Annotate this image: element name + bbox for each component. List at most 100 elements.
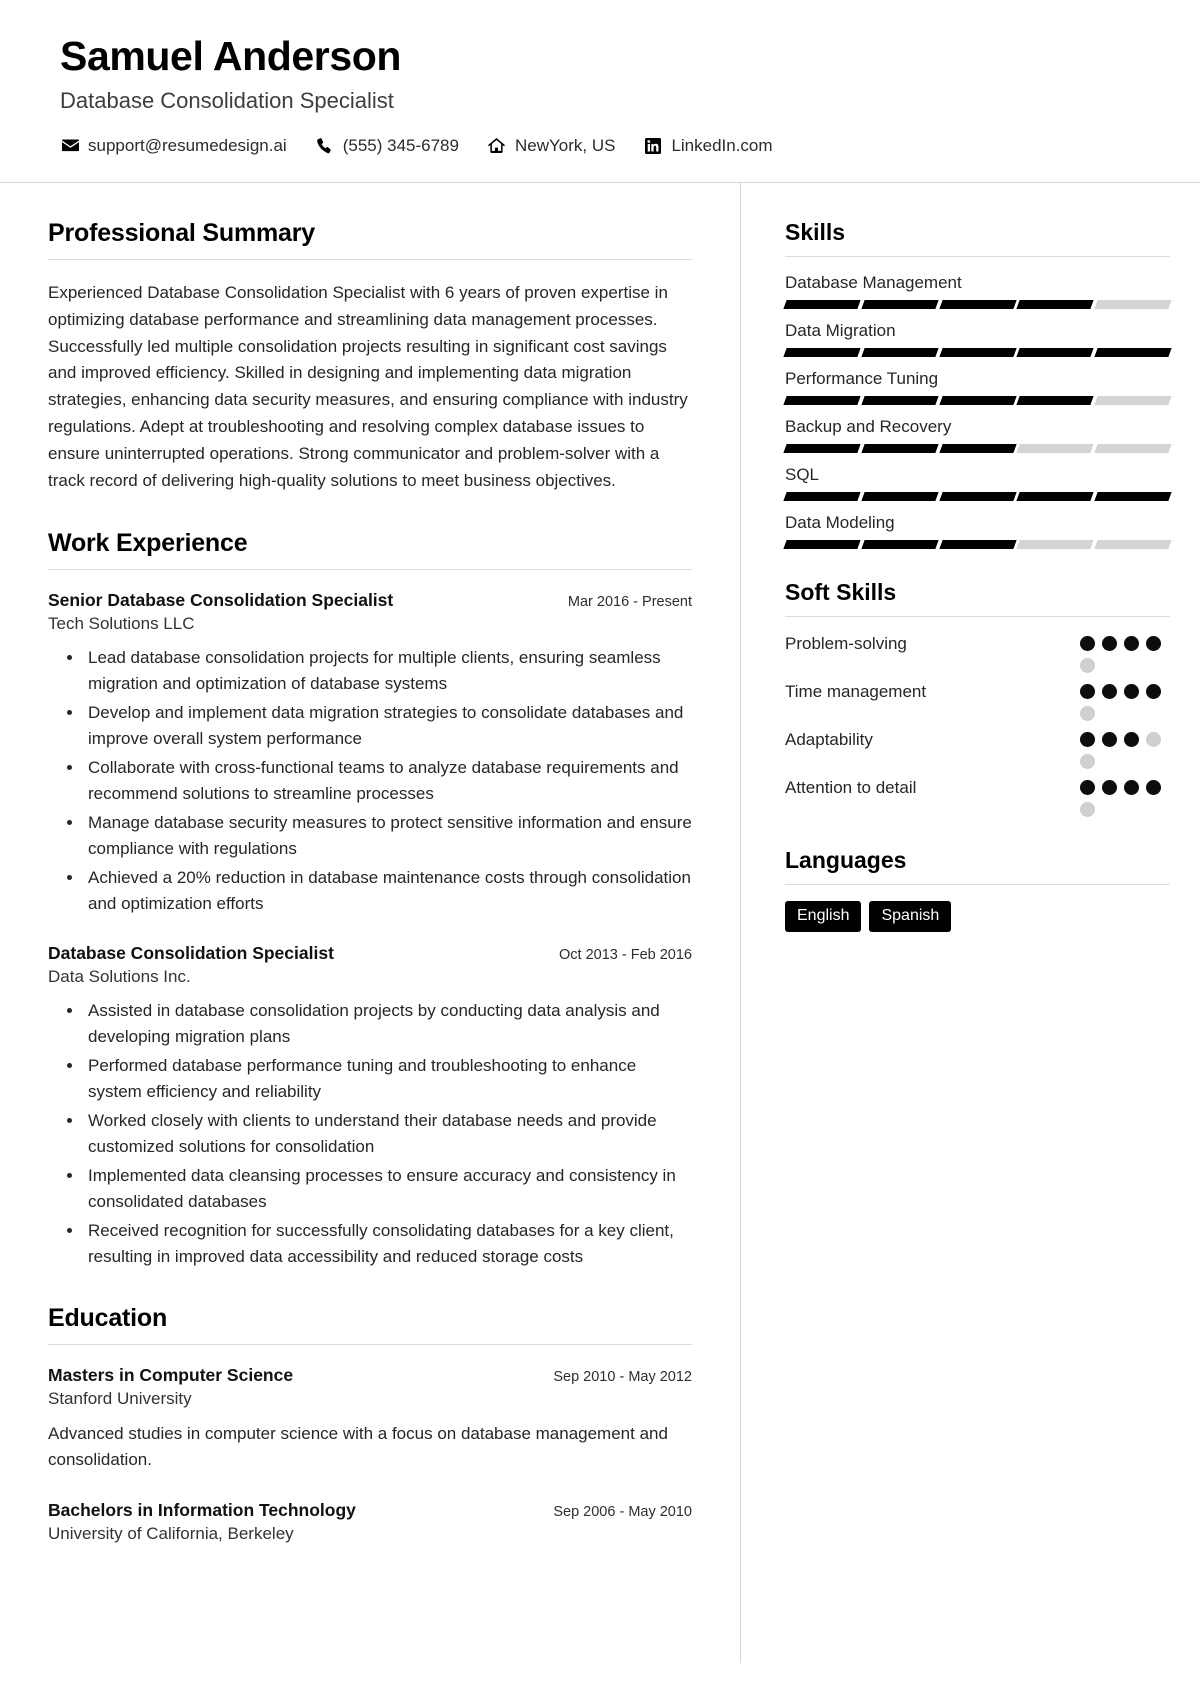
section-title-education: Education <box>48 1303 168 1332</box>
education-degree: Bachelors in Information Technology <box>48 1499 356 1520</box>
section-title-soft-skills: Soft Skills <box>785 578 897 605</box>
section-divider <box>785 615 1170 617</box>
rating-dot <box>1124 779 1139 795</box>
work-bullet: Assisted in database consolidation proje… <box>84 998 692 1050</box>
work-bullets: Lead database consolidation projects for… <box>48 645 692 917</box>
skill-bar-segment <box>783 443 861 453</box>
rating-dot <box>1080 705 1095 721</box>
rating-dot <box>1080 683 1095 699</box>
envelope-icon <box>60 137 80 155</box>
soft-skill-name: Problem-solving <box>785 633 907 653</box>
rating-dot <box>1146 779 1161 795</box>
contact-linkedin[interactable]: LinkedIn.com <box>643 136 773 156</box>
skill-bar-segment <box>783 395 861 405</box>
education-school: University of California, Berkeley <box>48 1523 294 1543</box>
work-bullet: Received recognition for successfully co… <box>84 1218 692 1270</box>
skill-row: Data Modeling <box>783 513 1172 549</box>
linkedin-icon <box>643 137 663 155</box>
section-professional-summary: Professional Summary Experienced Databas… <box>48 219 692 495</box>
resume-body: Professional Summary Experienced Databas… <box>0 182 1200 1663</box>
skill-bar-segment <box>938 299 1017 309</box>
rating-dot <box>1102 779 1117 795</box>
skill-bar-segment <box>1094 347 1172 357</box>
contact-location-label: NewYork, US <box>514 135 616 155</box>
soft-skill-rating <box>1080 729 1170 769</box>
skill-bar-segment <box>1016 299 1094 309</box>
skill-bar-segment <box>938 347 1017 357</box>
work-date: Oct 2013 - Feb 2016 <box>559 946 692 963</box>
section-divider <box>48 1343 692 1345</box>
skill-level-bar <box>783 539 1172 549</box>
education-degree: Masters in Computer Science <box>48 1364 294 1385</box>
skill-bar-segment <box>861 539 939 549</box>
section-education: Education Masters in Computer Science Se… <box>48 1304 692 1544</box>
skill-level-bar <box>783 491 1172 501</box>
skill-bar-segment <box>1094 539 1172 549</box>
section-divider <box>785 883 1170 885</box>
skill-name: Database Management <box>785 272 962 292</box>
skill-row: Data Migration <box>783 321 1172 357</box>
rating-dot <box>1080 779 1095 795</box>
education-entry-head: Masters in Computer Science Sep 2010 - M… <box>48 1365 692 1386</box>
skill-bar-segment <box>1094 443 1172 453</box>
skill-level-bar <box>783 299 1172 309</box>
candidate-job-title: Database Consolidation Specialist <box>60 87 394 113</box>
sidebar-column: Skills Database Management Data Migration… <box>740 182 1200 1663</box>
skill-bar-segment <box>783 491 861 501</box>
education-description: Advanced studies in computer science wit… <box>48 1423 668 1470</box>
skill-bar-segment <box>783 539 861 549</box>
skill-bar-segment <box>783 299 861 309</box>
contact-email-label: support@resumedesign.ai <box>88 135 287 155</box>
skill-bar-segment <box>1016 395 1094 405</box>
work-company: Tech Solutions LLC <box>48 613 195 633</box>
rating-dot <box>1080 657 1095 673</box>
skill-bar-segment <box>861 299 939 309</box>
skills-list: Database Management Data Migration Perform… <box>783 272 1172 549</box>
work-bullets: Assisted in database consolidation proje… <box>48 998 692 1270</box>
main-column: Professional Summary Experienced Databas… <box>0 183 740 1663</box>
rating-dot <box>1146 683 1161 699</box>
contact-email[interactable]: support@resumedesign.ai <box>60 136 287 156</box>
skill-bar-segment <box>1094 491 1172 501</box>
work-entry-head: Database Consolidation Specialist Oct 20… <box>48 943 692 964</box>
contact-phone[interactable]: (555) 345-6789 <box>315 136 459 156</box>
work-bullet: Lead database consolidation projects for… <box>84 645 692 697</box>
skill-bar-segment <box>861 491 939 501</box>
rating-dot <box>1124 731 1139 747</box>
rating-dot <box>1124 683 1139 699</box>
skill-bar-segment <box>1094 299 1172 309</box>
work-bullet: Implemented data cleansing processes to … <box>84 1163 692 1215</box>
rating-dot <box>1146 635 1161 651</box>
section-divider <box>48 258 692 260</box>
work-date: Mar 2016 - Present <box>567 593 692 610</box>
soft-skills-list: Problem-solving Time management Adaptabili… <box>785 633 1170 817</box>
phone-icon <box>315 137 335 155</box>
skill-row: SQL <box>783 465 1172 501</box>
rating-dot <box>1080 635 1095 651</box>
skill-bar-segment <box>861 347 939 357</box>
skill-level-bar <box>783 347 1172 357</box>
education-school: Stanford University <box>48 1388 192 1408</box>
resume-header: Samuel Anderson Database Consolidation S… <box>0 0 1200 183</box>
home-icon <box>487 137 507 155</box>
skill-name: Performance Tuning <box>785 368 939 388</box>
rating-dot <box>1080 753 1095 769</box>
soft-skill-rating <box>1080 633 1170 673</box>
language-chip: English <box>785 900 862 932</box>
soft-skill-row: Problem-solving <box>785 633 1170 673</box>
work-role: Database Consolidation Specialist <box>48 942 334 963</box>
soft-skill-name: Attention to detail <box>785 777 917 797</box>
section-divider <box>785 255 1170 257</box>
education-entry: Bachelors in Information Technology Sep … <box>48 1500 692 1544</box>
work-bullet: Worked closely with clients to understan… <box>84 1108 692 1160</box>
section-title-summary: Professional Summary <box>48 218 315 247</box>
skill-bar-segment <box>938 443 1017 453</box>
section-work-experience: Work Experience Senior Database Consolid… <box>48 529 692 1270</box>
section-divider <box>48 568 692 570</box>
work-bullet: Performed database performance tuning an… <box>84 1053 692 1105</box>
rating-dot <box>1080 801 1095 817</box>
skill-bar-segment <box>1016 491 1094 501</box>
rating-dot <box>1102 683 1117 699</box>
work-entry: Database Consolidation Specialist Oct 20… <box>48 943 692 1270</box>
work-bullet: Manage database security measures to pro… <box>84 810 692 862</box>
